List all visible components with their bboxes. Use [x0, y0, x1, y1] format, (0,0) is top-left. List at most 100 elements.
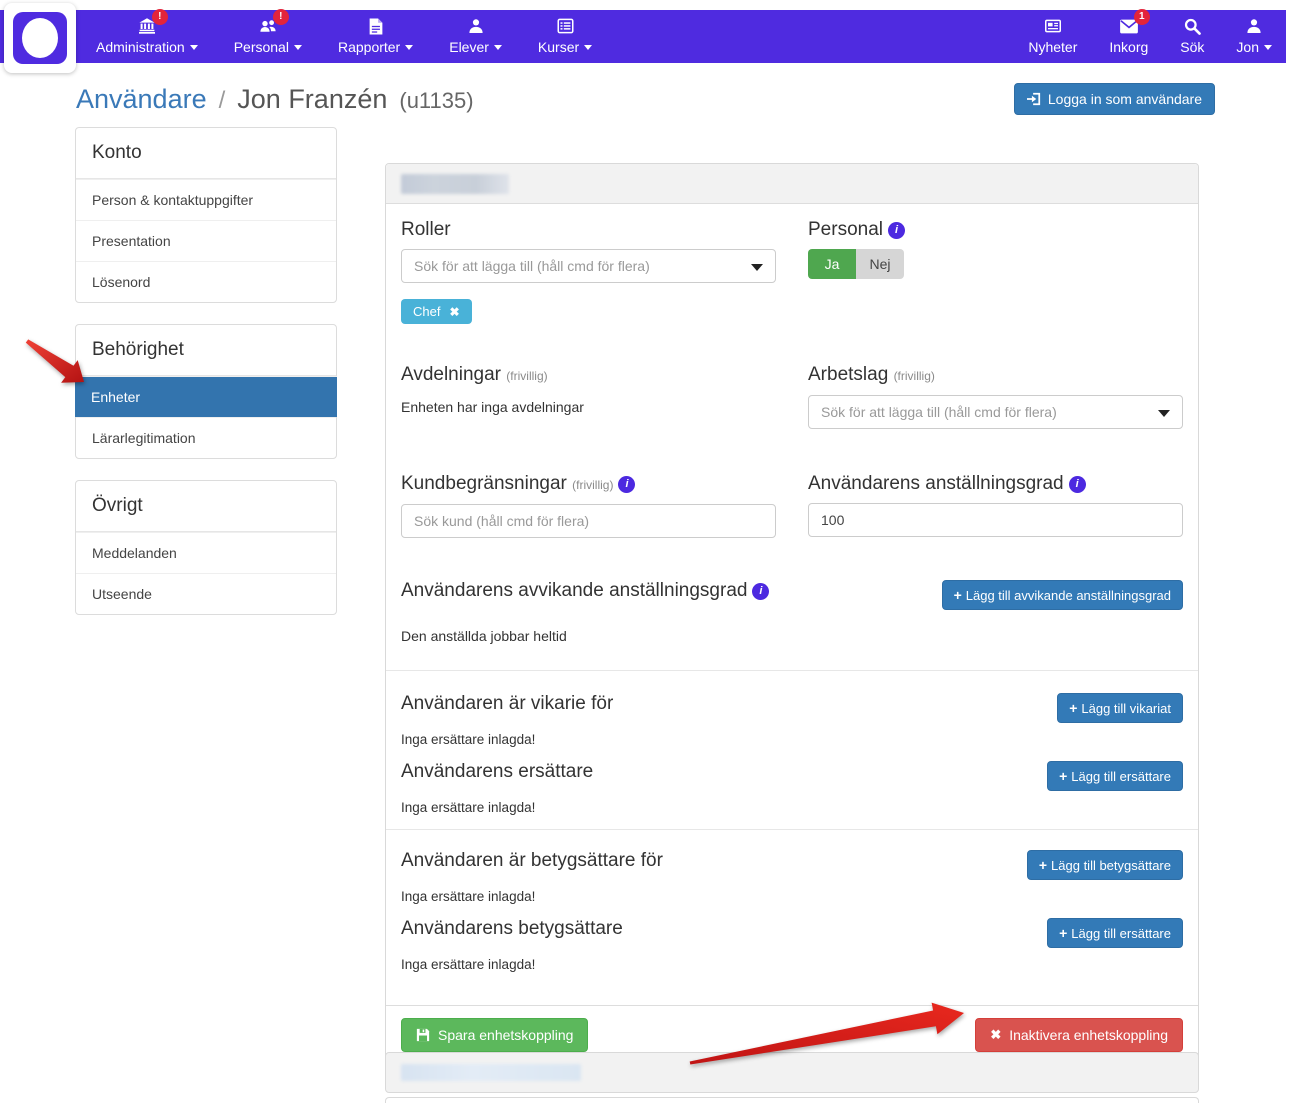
login-as-user-button[interactable]: Logga in som användare [1014, 83, 1215, 115]
main-menu: ! Administration ! Personal [92, 10, 596, 63]
kundbegransningar-label: Kundbegränsningar (frivillig)i [401, 473, 776, 496]
sidebar-section-title: Övrigt [76, 481, 336, 532]
logo-circle [22, 18, 58, 58]
section-betygsattare-for: Användaren är betygsättare för + Lägg ti… [401, 850, 1183, 880]
add-vikariat-button[interactable]: + Lägg till vikariat [1057, 693, 1183, 723]
nav-label: Inkorg [1109, 39, 1148, 55]
avdelningar-empty-text: Enheten har inga avdelningar [401, 399, 776, 415]
arbetslag-select[interactable]: Sök för att lägga till (håll cmd för fle… [808, 395, 1183, 429]
sidebar-item-utseende[interactable]: Utseende [76, 573, 336, 614]
section-vikarie: Användaren är vikarie för + Lägg till vi… [401, 693, 1183, 723]
deactivate-unit-connection-button[interactable]: ✖ Inaktivera enhetskoppling [975, 1018, 1183, 1052]
info-icon[interactable]: i [752, 583, 769, 600]
nav-label: Jon [1236, 39, 1272, 55]
plus-icon: + [1039, 857, 1047, 873]
redacted-section-title [401, 1064, 581, 1081]
count-badge: 1 [1134, 9, 1150, 25]
sidebar-item-meddelanden[interactable]: Meddelanden [76, 532, 336, 573]
field-avdelningar: Avdelningar (frivillig) Enheten har inga… [401, 364, 792, 429]
person-icon [1245, 16, 1263, 36]
sidebar-section-konto: Konto Person & kontaktuppgifter Presenta… [75, 127, 337, 303]
list-icon [556, 16, 575, 36]
sidebar-section-title: Behörighet [76, 325, 336, 376]
chevron-down-icon [584, 45, 592, 50]
field-kundbegransningar: Kundbegränsningar (frivillig)i [401, 473, 792, 538]
plus-icon: + [954, 587, 962, 603]
page-title: Jon Franzén [237, 84, 387, 115]
nav-administration[interactable]: ! Administration [92, 10, 202, 63]
toggle-nej-button[interactable]: Nej [856, 249, 904, 279]
ersattare-label: Användarens ersättare [401, 761, 593, 783]
anstallningsgrad-label: Användarens anställningsgradi [808, 473, 1183, 495]
field-arbetslag: Arbetslag (frivillig) Sök för att lägga … [792, 364, 1183, 429]
anstallningsgrad-input[interactable] [808, 503, 1183, 537]
sidebar-section-ovrigt: Övrigt Meddelanden Utseende [75, 480, 337, 615]
info-icon[interactable]: i [1069, 476, 1086, 493]
avvikande-text: Den anställda jobbar heltid [401, 628, 1183, 644]
envelope-icon: 1 [1119, 16, 1139, 36]
add-betygsattare-button[interactable]: + Lägg till betygsättare [1027, 850, 1183, 880]
sidebar-section-title: Konto [76, 128, 336, 179]
vikarie-label: Användaren är vikarie för [401, 693, 613, 715]
top-navbar: ! Administration ! Personal [0, 10, 1286, 63]
nav-inkorg[interactable]: 1 Inkorg [1105, 10, 1152, 63]
chevron-down-icon [1158, 410, 1170, 417]
chevron-down-icon [1264, 45, 1272, 50]
add-avvikande-button[interactable]: + Lägg till avvikande anställningsgrad [942, 580, 1183, 610]
remove-tag-icon[interactable]: ✖ [449, 305, 459, 319]
x-icon: ✖ [990, 1027, 1001, 1043]
sidebar-item-presentation[interactable]: Presentation [76, 220, 336, 261]
chevron-down-icon [751, 264, 763, 271]
nav-nyheter[interactable]: Nyheter [1024, 10, 1081, 63]
row-kund-anstallning: Kundbegränsningar (frivillig)i Användare… [401, 473, 1183, 538]
nav-label: Kurser [538, 39, 592, 55]
sidebar-item-losenord[interactable]: Lösenord [76, 261, 336, 302]
nav-elever[interactable]: Elever [445, 10, 506, 63]
avdelningar-label: Avdelningar (frivillig) [401, 364, 776, 387]
section-betygsattare: Användarens betygsättare + Lägg till ers… [401, 918, 1183, 948]
field-personal: Personali Ja Nej [792, 219, 1183, 324]
breadcrumb-users-link[interactable]: Användare [76, 84, 207, 115]
users-icon: ! [258, 16, 278, 36]
sidebar-item-person-kontaktuppgifter[interactable]: Person & kontaktuppgifter [76, 179, 336, 220]
field-roller: Roller Sök för att lägga till (håll cmd … [401, 219, 792, 324]
info-icon[interactable]: i [888, 222, 905, 239]
row-roller-personal: Roller Sök för att lägga till (håll cmd … [401, 219, 1183, 324]
utility-menu: Nyheter 1 Inkorg Sök [1024, 10, 1276, 63]
chevron-down-icon [494, 45, 502, 50]
logo-square [13, 12, 67, 64]
vikarie-empty-text: Inga ersättare inlagda! [401, 732, 1183, 747]
chevron-down-icon [294, 45, 302, 50]
plus-icon: + [1059, 768, 1067, 784]
bank-icon: ! [137, 16, 157, 36]
divider [386, 829, 1198, 830]
kund-search-input[interactable] [401, 504, 776, 538]
app-logo[interactable] [4, 3, 76, 73]
roller-label: Roller [401, 219, 776, 241]
newspaper-icon [1043, 16, 1063, 36]
user-icon [467, 16, 485, 36]
info-icon[interactable]: i [618, 476, 635, 493]
nav-label: Administration [96, 39, 198, 55]
floppy-icon [416, 1028, 430, 1042]
add-ersattare-button[interactable]: + Lägg till ersättare [1047, 761, 1183, 791]
add-betyg-ersattare-button[interactable]: + Lägg till ersättare [1047, 918, 1183, 948]
partial-panel-edge [385, 1097, 1199, 1103]
nav-label: Nyheter [1028, 39, 1077, 55]
toggle-ja-button[interactable]: Ja [808, 249, 856, 279]
nav-sok[interactable]: Sök [1176, 10, 1208, 63]
roller-select[interactable]: Sök för att lägga till (håll cmd för fle… [401, 249, 776, 283]
betygsattare-for-empty-text: Inga ersättare inlagda! [401, 889, 1183, 904]
section-ersattare: Användarens ersättare + Lägg till ersätt… [401, 761, 1183, 791]
betygsattare-empty-text: Inga ersättare inlagda! [401, 957, 1183, 972]
nav-user-jon[interactable]: Jon [1232, 10, 1276, 63]
nav-kurser[interactable]: Kurser [534, 10, 596, 63]
ersattare-empty-text: Inga ersättare inlagda! [401, 800, 1183, 815]
sidebar-item-lararlegitimation[interactable]: Lärarlegitimation [76, 417, 336, 458]
nav-label: Rapporter [338, 39, 413, 55]
nav-rapporter[interactable]: Rapporter [334, 10, 417, 63]
plus-icon: + [1059, 925, 1067, 941]
save-unit-connection-button[interactable]: Spara enhetskoppling [401, 1018, 588, 1052]
sidebar-item-enheter[interactable]: Enheter [75, 376, 337, 417]
nav-personal[interactable]: ! Personal [230, 10, 306, 63]
